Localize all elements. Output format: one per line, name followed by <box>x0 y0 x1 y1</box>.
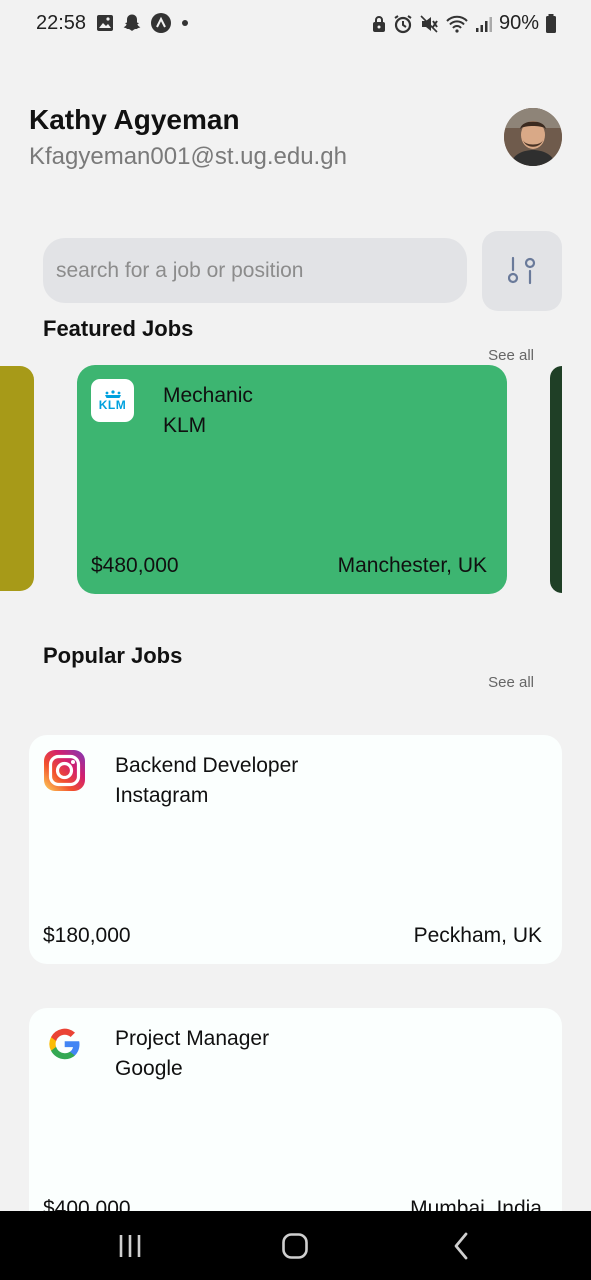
app-screen: 22:58 90% Kathy Agyeman Kfagyeman001@st.… <box>0 0 591 1280</box>
job-title: Project Manager <box>115 1027 270 1050</box>
back-icon <box>454 1232 468 1259</box>
filter-icon <box>508 256 536 285</box>
snapchat-icon <box>123 14 141 31</box>
job-title: Mechanic <box>163 384 253 407</box>
job-company: KLM <box>163 414 207 437</box>
featured-job-card[interactable]: KLM Mechanic KLM $480,000 Manchester, UK <box>77 365 507 594</box>
popular-job-card[interactable]: Project Manager Google $400,000 Mumbai, … <box>29 1008 562 1237</box>
system-nav-bar <box>0 1211 591 1280</box>
battery-icon <box>546 13 556 33</box>
avatar[interactable] <box>504 108 562 166</box>
featured-see-all-link[interactable]: See all <box>488 347 534 364</box>
gallery-icon <box>97 15 113 31</box>
job-location: Manchester, UK <box>337 554 487 577</box>
back-button[interactable] <box>416 1211 506 1280</box>
google-icon <box>49 1028 80 1060</box>
filter-button[interactable] <box>482 231 562 311</box>
job-title: Backend Developer <box>115 754 299 777</box>
wifi-icon <box>446 15 468 33</box>
recents-button[interactable] <box>85 1211 175 1280</box>
lock-icon <box>372 15 385 32</box>
avatar-image <box>504 108 562 166</box>
signal-icon <box>475 16 492 32</box>
alarm-icon <box>394 14 412 33</box>
search-box[interactable] <box>43 238 467 303</box>
app-icon <box>151 13 171 33</box>
job-salary: $180,000 <box>43 924 131 947</box>
mute-icon <box>420 14 438 33</box>
dot-icon <box>182 20 188 26</box>
job-company: Google <box>115 1057 183 1080</box>
klm-logo-icon: KLM <box>91 379 134 422</box>
job-company: Instagram <box>115 784 209 807</box>
status-bar: 22:58 90% <box>0 0 591 48</box>
user-email: Kfagyeman001@st.ug.edu.gh <box>29 143 347 170</box>
job-salary: $480,000 <box>91 554 179 577</box>
user-name: Kathy Agyeman <box>29 104 240 135</box>
featured-card-next[interactable] <box>550 366 562 593</box>
battery-percent: 90% <box>498 12 539 34</box>
klm-logo-text: KLM <box>98 397 127 412</box>
system-icons: 90% <box>371 12 557 35</box>
recents-icon <box>119 1234 141 1257</box>
instagram-icon <box>44 750 85 791</box>
popular-see-all-link[interactable]: See all <box>488 674 534 691</box>
notification-icons <box>96 12 190 34</box>
home-button[interactable] <box>250 1211 340 1280</box>
status-time: 22:58 <box>36 12 87 34</box>
popular-job-card[interactable]: Backend Developer Instagram $180,000 Pec… <box>29 735 562 964</box>
job-location: Peckham, UK <box>413 924 542 947</box>
search-input[interactable] <box>43 238 467 303</box>
popular-jobs-title: Popular Jobs <box>43 643 183 668</box>
home-icon <box>282 1232 308 1259</box>
featured-card-previous[interactable] <box>0 366 34 591</box>
featured-jobs-title: Featured Jobs <box>43 316 194 341</box>
